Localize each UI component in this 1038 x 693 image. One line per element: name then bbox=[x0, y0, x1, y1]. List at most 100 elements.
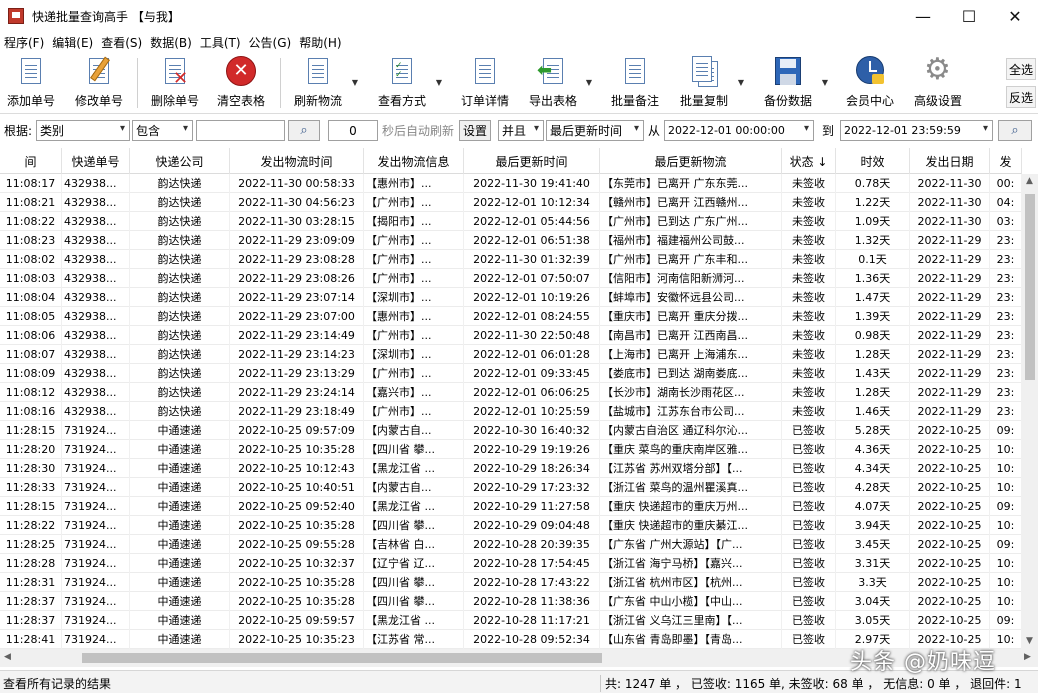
table-row[interactable]: 11:28:37731924...中通速递2022-10-25 09:59:57… bbox=[0, 611, 1022, 630]
table-row[interactable]: 11:08:02432938...韵达快递2022-11-29 23:08:28… bbox=[0, 250, 1022, 269]
cell-ship-clock: 23: bbox=[990, 364, 1022, 383]
table-row[interactable]: 11:28:28731924...中通速递2022-10-25 10:32:37… bbox=[0, 554, 1022, 573]
auto-refresh-set-button[interactable]: 设置 bbox=[459, 120, 491, 141]
table-row[interactable]: 11:08:12432938...韵达快递2022-11-29 23:24:14… bbox=[0, 383, 1022, 402]
clear-table-button[interactable]: ✕ 清空表格 bbox=[214, 56, 268, 110]
table-row[interactable]: 11:08:03432938...韵达快递2022-11-29 23:08:26… bbox=[0, 269, 1022, 288]
cell-courier: 中通速递 bbox=[130, 421, 230, 440]
table-row[interactable]: 11:08:16432938...韵达快递2022-11-29 23:18:49… bbox=[0, 402, 1022, 421]
cell-ship-info: 【广州市】... bbox=[364, 193, 464, 212]
invert-selection-button[interactable]: 反选 bbox=[1006, 86, 1036, 108]
table-row[interactable]: 11:08:06432938...韵达快递2022-11-29 23:14:49… bbox=[0, 326, 1022, 345]
select-all-button[interactable]: 全选 bbox=[1006, 58, 1036, 80]
table-row[interactable]: 11:28:31731924...中通速递2022-10-25 10:35:28… bbox=[0, 573, 1022, 592]
scroll-down-icon[interactable]: ▼ bbox=[1026, 636, 1033, 646]
checklist-icon: ✓✓ bbox=[386, 56, 418, 88]
col-time[interactable]: 间 bbox=[0, 148, 62, 174]
filter-operator-select[interactable]: 包含 bbox=[132, 120, 193, 141]
order-detail-button[interactable]: 订单详情 bbox=[458, 56, 512, 110]
col-ship-date[interactable]: 发出日期 bbox=[910, 148, 990, 174]
table-row[interactable]: 11:08:22432938...韵达快递2022-11-30 03:28:15… bbox=[0, 212, 1022, 231]
col-last-update-info[interactable]: 最后更新物流 bbox=[600, 148, 782, 174]
add-order-button[interactable]: 添加单号 bbox=[4, 56, 58, 110]
cell-ship-clock: 09: bbox=[990, 421, 1022, 440]
delete-order-label: 删除单号 bbox=[151, 92, 199, 109]
table-row[interactable]: 11:28:15731924...中通速递2022-10-25 09:52:40… bbox=[0, 497, 1022, 516]
dropdown-caret-icon[interactable]: ▼ bbox=[352, 78, 358, 87]
table-row[interactable]: 11:08:05432938...韵达快递2022-11-29 23:07:00… bbox=[0, 307, 1022, 326]
cell-last-update-time: 2022-12-01 10:12:34 bbox=[464, 193, 600, 212]
filter-search-button[interactable]: ⌕ bbox=[288, 120, 320, 141]
table-row[interactable]: 11:08:17432938...韵达快递2022-11-30 00:58:33… bbox=[0, 174, 1022, 193]
time-field-select[interactable]: 最后更新时间 bbox=[546, 120, 644, 141]
col-ship-clock[interactable]: 发 bbox=[990, 148, 1022, 174]
horizontal-scroll-thumb[interactable] bbox=[82, 653, 602, 663]
table-row[interactable]: 11:28:25731924...中通速递2022-10-25 09:55:28… bbox=[0, 535, 1022, 554]
cell-ship-clock: 23: bbox=[990, 250, 1022, 269]
table-row[interactable]: 11:28:30731924...中通速递2022-10-25 10:12:43… bbox=[0, 459, 1022, 478]
col-last-update-time[interactable]: 最后更新时间 bbox=[464, 148, 600, 174]
to-datetime-picker[interactable]: 2022-12-01 23:59:59 bbox=[840, 120, 993, 141]
menu-help[interactable]: 帮助(H) bbox=[295, 34, 345, 51]
table-row[interactable]: 11:28:37731924...中通速递2022-10-25 10:35:28… bbox=[0, 592, 1022, 611]
cell-last-update-time: 2022-12-01 06:06:25 bbox=[464, 383, 600, 402]
member-center-button[interactable]: 会员中心 bbox=[842, 56, 898, 110]
vertical-scroll-thumb[interactable] bbox=[1025, 194, 1035, 380]
col-duration[interactable]: 时效 bbox=[836, 148, 910, 174]
menu-notice[interactable]: 公告(G) bbox=[245, 34, 296, 51]
table-row[interactable]: 11:08:21432938...韵达快递2022-11-30 04:56:23… bbox=[0, 193, 1022, 212]
dropdown-caret-icon[interactable]: ▼ bbox=[822, 78, 828, 87]
refresh-logistics-button[interactable]: 刷新物流 ▼ bbox=[290, 56, 346, 110]
edit-order-button[interactable]: 修改单号 bbox=[72, 56, 126, 110]
advanced-settings-button[interactable]: ⚙ 高级设置 bbox=[910, 56, 966, 110]
col-ship-info[interactable]: 发出物流信息 bbox=[364, 148, 464, 174]
close-button[interactable]: ✕ bbox=[992, 0, 1038, 32]
cell-tracking-number: 432938... bbox=[62, 269, 130, 288]
table-row[interactable]: 11:08:07432938...韵达快递2022-11-29 23:14:23… bbox=[0, 345, 1022, 364]
cell-courier: 韵达快递 bbox=[130, 364, 230, 383]
menu-data[interactable]: 数据(B) bbox=[146, 34, 196, 51]
minimize-button[interactable]: — bbox=[900, 0, 946, 32]
col-tracking-number[interactable]: 快递单号 bbox=[62, 148, 130, 174]
col-ship-time[interactable]: 发出物流时间 bbox=[230, 148, 364, 174]
date-search-button[interactable]: ⌕ bbox=[998, 120, 1032, 141]
table-row[interactable]: 11:28:33731924...中通速递2022-10-25 10:40:51… bbox=[0, 478, 1022, 497]
export-table-button[interactable]: ⬅ 导出表格 ▼ bbox=[526, 56, 580, 110]
menu-view[interactable]: 查看(S) bbox=[97, 34, 146, 51]
table-row[interactable]: 11:08:23432938...韵达快递2022-11-29 23:09:09… bbox=[0, 231, 1022, 250]
col-courier[interactable]: 快递公司 bbox=[130, 148, 230, 174]
backup-data-button[interactable]: 备份数据 ▼ bbox=[760, 56, 816, 110]
refresh-seconds-input[interactable]: 0 bbox=[328, 120, 378, 141]
dropdown-caret-icon[interactable]: ▼ bbox=[436, 78, 442, 87]
dropdown-caret-icon[interactable]: ▼ bbox=[586, 78, 592, 87]
menu-tools[interactable]: 工具(T) bbox=[196, 34, 245, 51]
from-datetime-picker[interactable]: 2022-12-01 00:00:00 bbox=[664, 120, 814, 141]
table-row[interactable]: 11:28:20731924...中通速递2022-10-25 10:35:28… bbox=[0, 440, 1022, 459]
filter-query-input[interactable] bbox=[196, 120, 285, 141]
scroll-left-icon[interactable]: ◀ bbox=[4, 652, 11, 662]
batch-note-button[interactable]: 批量备注 bbox=[608, 56, 662, 110]
export-icon: ⬅ bbox=[537, 56, 569, 88]
cell-ship-clock: 10: bbox=[990, 440, 1022, 459]
cell-ship-info: 【黑龙江省 ... bbox=[364, 497, 464, 516]
view-mode-button[interactable]: ✓✓ 查看方式 ▼ bbox=[374, 56, 430, 110]
cell-last-update-time: 2022-12-01 09:33:45 bbox=[464, 364, 600, 383]
filter-field-select[interactable]: 类别 bbox=[36, 120, 130, 141]
menu-edit[interactable]: 编辑(E) bbox=[48, 34, 97, 51]
menu-program[interactable]: 程序(F) bbox=[0, 34, 48, 51]
scroll-up-icon[interactable]: ▲ bbox=[1026, 176, 1033, 186]
table-row[interactable]: 11:08:04432938...韵达快递2022-11-29 23:07:14… bbox=[0, 288, 1022, 307]
cell-time: 11:28:25 bbox=[0, 535, 62, 554]
delete-order-button[interactable]: ✕ 删除单号 bbox=[148, 56, 202, 110]
table-row[interactable]: 11:28:15731924...中通速递2022-10-25 09:57:09… bbox=[0, 421, 1022, 440]
dropdown-caret-icon[interactable]: ▼ bbox=[738, 78, 744, 87]
vertical-scrollbar[interactable]: ▲ ▼ bbox=[1022, 174, 1038, 649]
maximize-button[interactable]: ☐ bbox=[946, 0, 992, 32]
col-status[interactable]: 状态 ↓ bbox=[782, 148, 836, 174]
table-row[interactable]: 11:08:09432938...韵达快递2022-11-29 23:13:29… bbox=[0, 364, 1022, 383]
scroll-right-icon[interactable]: ▶ bbox=[1024, 652, 1031, 662]
table-row[interactable]: 11:28:22731924...中通速递2022-10-25 10:35:28… bbox=[0, 516, 1022, 535]
cell-status: 未签收 bbox=[782, 402, 836, 421]
batch-copy-button[interactable]: 批量复制 ▼ bbox=[676, 56, 732, 110]
logic-select[interactable]: 并且 bbox=[498, 120, 544, 141]
